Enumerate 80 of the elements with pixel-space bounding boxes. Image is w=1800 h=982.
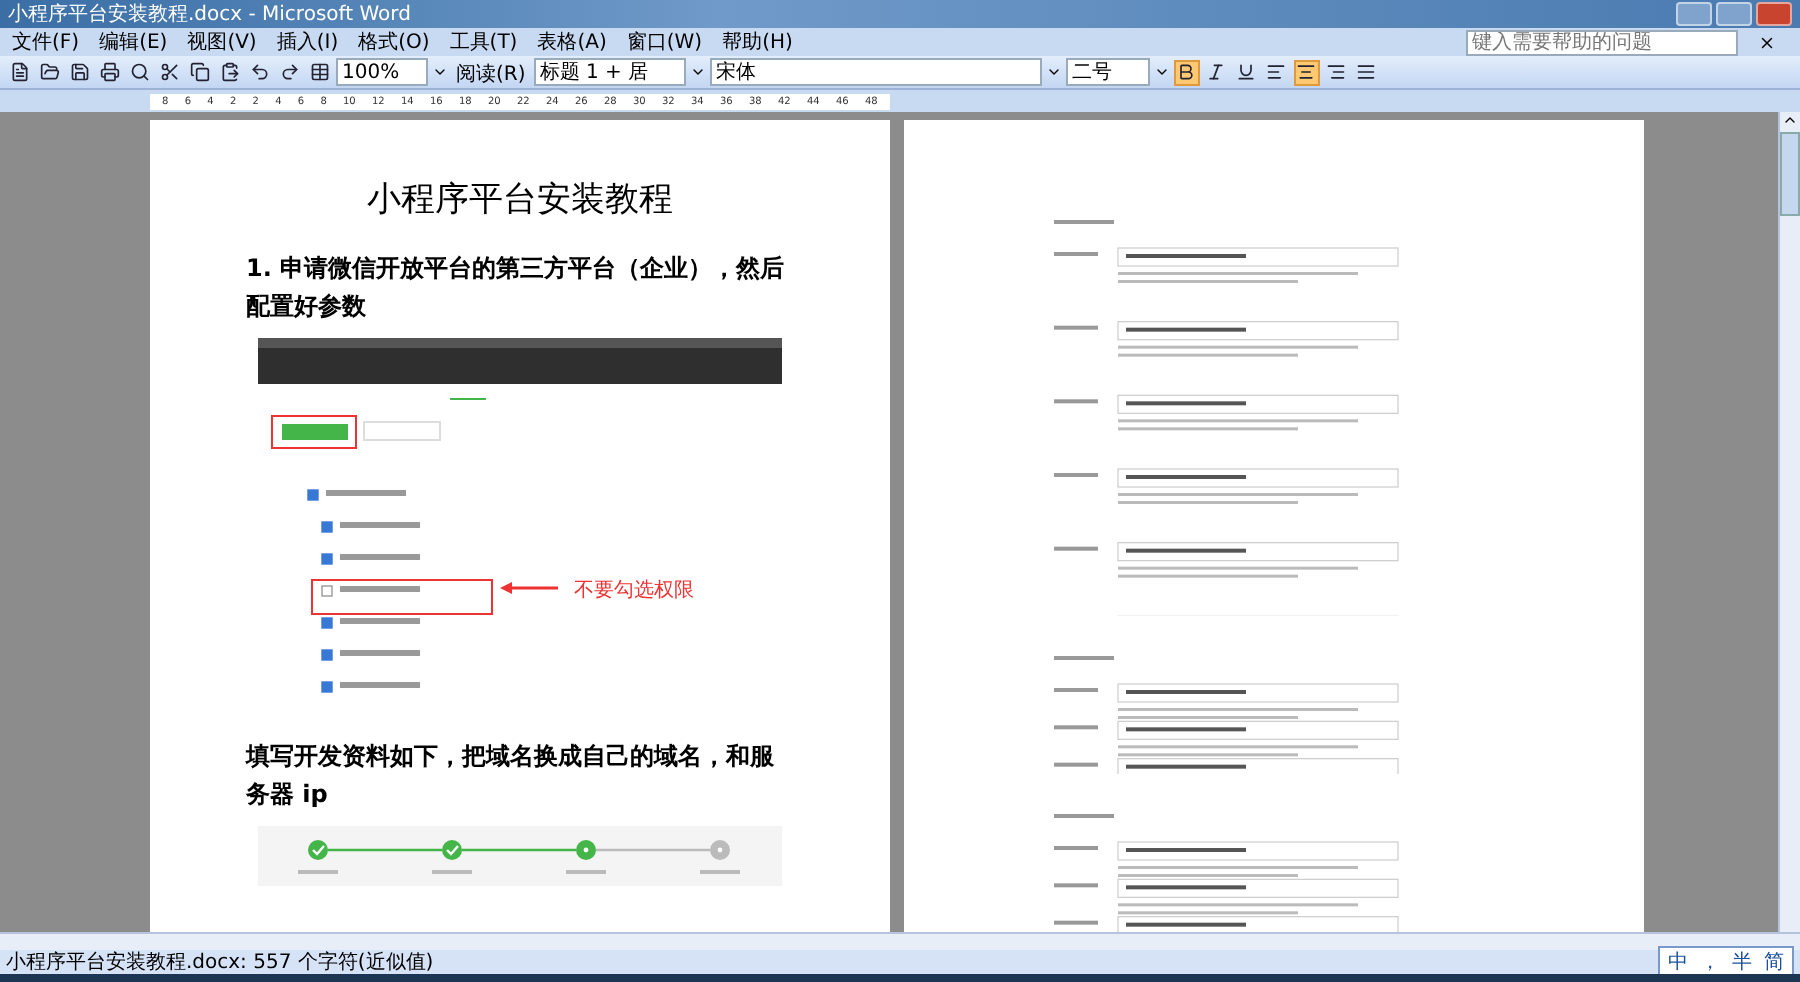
ime-key[interactable]: 中 xyxy=(1668,948,1688,976)
redo-icon xyxy=(279,62,299,82)
step-heading: 填写开发资料如下，把域名换成自己的域名，和服务器 ip xyxy=(246,740,776,812)
scroll-up-icon[interactable] xyxy=(1782,112,1798,128)
save-button[interactable] xyxy=(66,59,92,85)
menu-item[interactable]: 编辑(E) xyxy=(99,28,168,56)
menu-item[interactable]: 格式(O) xyxy=(358,28,430,56)
text-line-drawing xyxy=(326,490,406,496)
paste-icon xyxy=(219,62,239,82)
cut-button[interactable] xyxy=(156,59,182,85)
bold-icon xyxy=(1176,62,1197,82)
copy-icon xyxy=(189,62,209,82)
ime-key[interactable]: ， xyxy=(1700,948,1720,976)
menu-item[interactable]: 表格(A) xyxy=(537,28,607,56)
text-line-drawing xyxy=(340,650,420,656)
horizontal-scrollbar[interactable] xyxy=(0,932,1800,950)
undo-icon xyxy=(249,62,269,82)
search-icon xyxy=(129,62,149,82)
justify-icon xyxy=(1356,62,1377,82)
copy-button[interactable] xyxy=(186,59,212,85)
status-text: 小程序平台安装教程.docx: 557 个字符(近似值) xyxy=(6,949,434,976)
text-line-drawing xyxy=(340,618,420,624)
dropdown-icon[interactable] xyxy=(1153,64,1170,80)
ime-key[interactable]: 半 xyxy=(1732,948,1752,976)
text-line-drawing xyxy=(340,554,420,560)
menu-item[interactable]: 文件(F) xyxy=(12,28,80,56)
font-field[interactable]: 宋体 xyxy=(709,58,1042,86)
scrollbar-thumb[interactable] xyxy=(1780,132,1800,216)
align-left-button[interactable] xyxy=(1263,59,1290,85)
italic-icon xyxy=(1206,62,1227,82)
menu-item[interactable]: 视图(V) xyxy=(187,28,257,56)
progress-line xyxy=(596,848,710,852)
new-document-icon xyxy=(9,62,29,82)
text-line-drawing xyxy=(432,870,472,874)
print-icon xyxy=(99,62,119,82)
progress-line xyxy=(462,848,576,852)
text-line-drawing xyxy=(700,870,740,874)
open-folder-icon xyxy=(39,62,59,82)
menu-item[interactable]: 工具(T) xyxy=(449,28,518,56)
align-right-button[interactable] xyxy=(1323,59,1350,85)
justify-button[interactable] xyxy=(1353,59,1380,85)
align-left-icon xyxy=(1266,62,1287,82)
align-center-button[interactable] xyxy=(1293,59,1320,85)
ime-key[interactable]: 简 xyxy=(1764,948,1784,976)
menu-item[interactable]: 插入(I) xyxy=(276,28,339,56)
dropdown-icon[interactable] xyxy=(689,64,706,80)
search-button[interactable] xyxy=(126,59,152,85)
font-size-field[interactable]: 二号 xyxy=(1065,58,1150,86)
step-heading: 1. 申请微信开放平台的第三方平台（企业），然后配置好参数 xyxy=(246,252,787,324)
text-line-drawing xyxy=(340,522,420,528)
dropdown-icon[interactable] xyxy=(1045,64,1062,80)
close-icon[interactable] xyxy=(1758,33,1776,51)
print-button[interactable] xyxy=(96,59,122,85)
progress-line xyxy=(328,848,442,852)
text-line-drawing xyxy=(340,682,420,688)
window-title: 小程序平台安装教程.docx - Microsoft Word xyxy=(8,1,411,28)
vertical-scrollbar[interactable] xyxy=(1778,112,1800,932)
text-line-drawing xyxy=(340,586,420,592)
align-center-icon xyxy=(1296,62,1317,82)
help-search-field[interactable]: 键入需要帮助的问题 xyxy=(1466,29,1738,55)
open-folder-button[interactable] xyxy=(36,59,62,85)
text-line-drawing xyxy=(566,870,606,874)
bold-button[interactable] xyxy=(1173,59,1200,85)
save-icon xyxy=(69,62,89,82)
undo-button[interactable] xyxy=(246,59,272,85)
zoom-field[interactable]: 100% xyxy=(336,58,428,86)
annotation-text: 不要勾选权限 xyxy=(574,577,694,604)
document-title: 小程序平台安装教程 xyxy=(365,178,675,222)
menu-item[interactable]: 帮助(H) xyxy=(722,28,793,56)
arrow-icon xyxy=(500,582,558,594)
read-button[interactable]: 阅读(R) xyxy=(452,59,530,85)
align-right-icon xyxy=(1326,62,1347,82)
underline-icon xyxy=(1236,62,1257,82)
table-button[interactable] xyxy=(306,59,332,85)
cut-icon xyxy=(159,62,179,82)
table-icon xyxy=(309,62,329,82)
menu-item[interactable]: 窗口(W) xyxy=(626,28,703,56)
dropdown-icon[interactable] xyxy=(432,64,448,80)
text-line-drawing xyxy=(298,870,338,874)
style-field[interactable]: 标题 1 + 居 xyxy=(533,58,686,86)
